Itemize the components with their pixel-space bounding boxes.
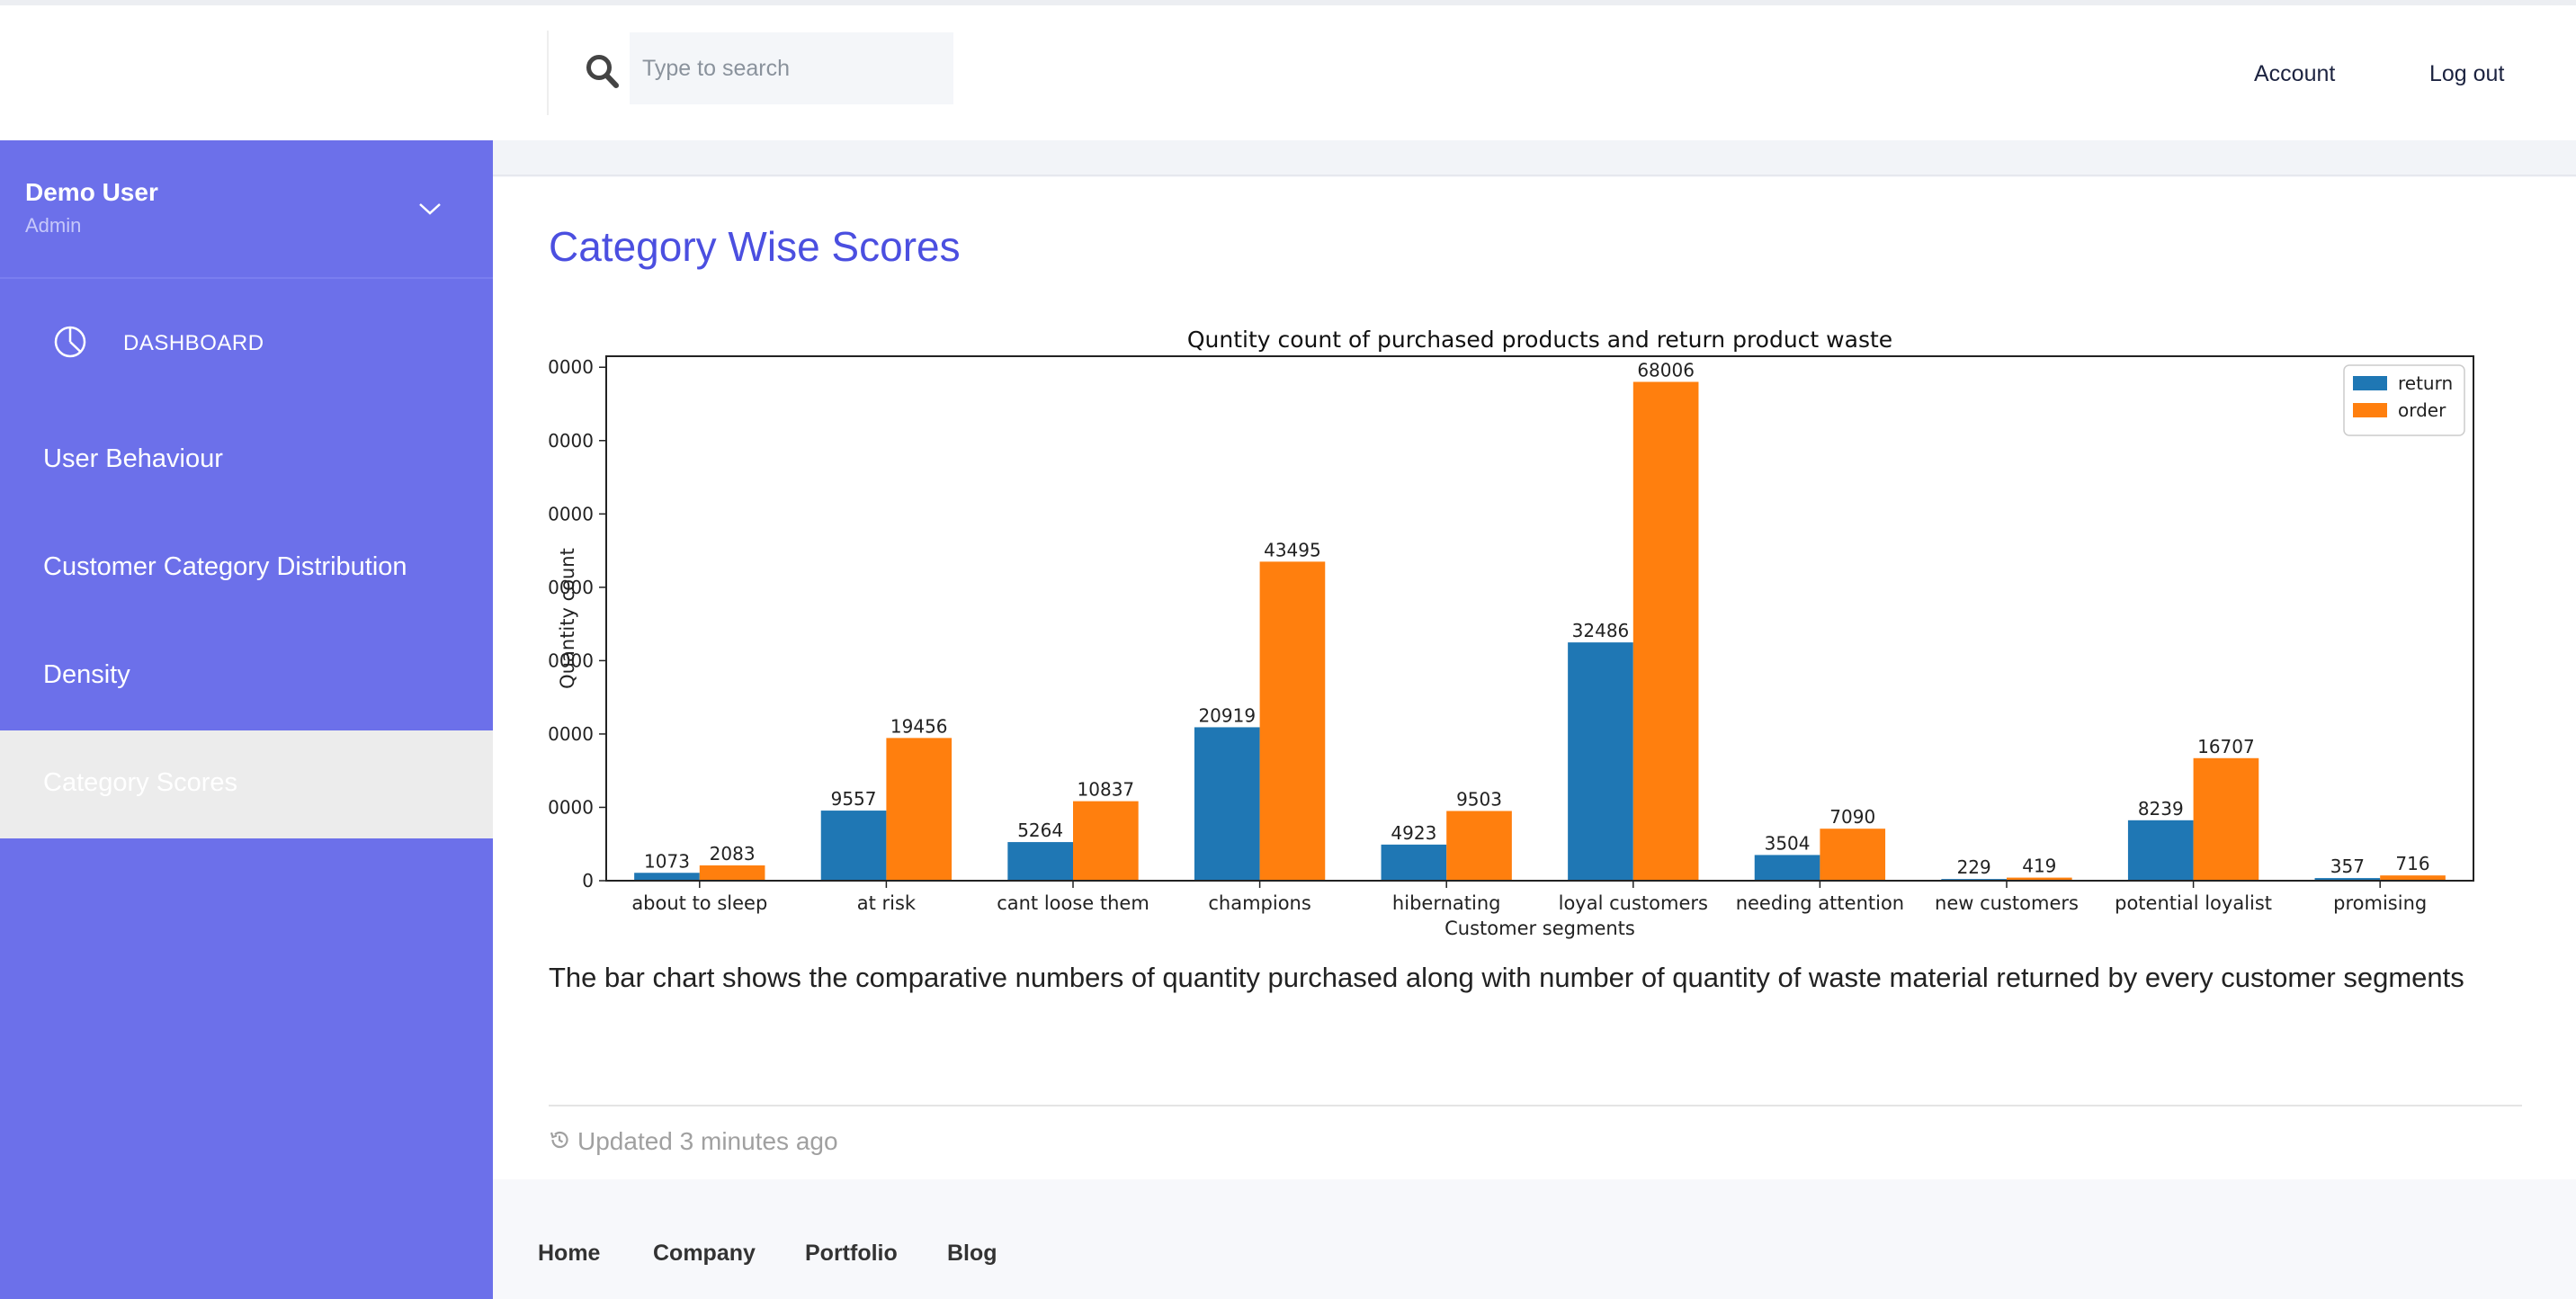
sidebar-item-label: DASHBOARD bbox=[123, 331, 264, 355]
bar-return bbox=[634, 873, 700, 881]
x-tick-label: cant loose them bbox=[997, 892, 1149, 914]
bar-return bbox=[1568, 642, 1633, 881]
user-name: Demo User bbox=[25, 178, 158, 206]
x-tick-label: loyal customers bbox=[1559, 892, 1708, 914]
content-header-strip bbox=[493, 140, 2576, 176]
y-tick-label: 70000 bbox=[547, 356, 594, 378]
bar-return bbox=[1381, 844, 1447, 881]
footer: Home Company Portfolio Blog bbox=[493, 1179, 2576, 1299]
data-label: 9503 bbox=[1456, 789, 1502, 811]
x-axis-label: Customer segments bbox=[1445, 918, 1635, 939]
sidebar-item-label: Customer Category Distribution bbox=[43, 552, 407, 581]
page-title: Category Wise Scores bbox=[549, 223, 961, 270]
updated-timestamp: Updated 3 minutes ago bbox=[577, 1127, 838, 1155]
legend-label: order bbox=[2398, 399, 2446, 421]
x-tick-label: new customers bbox=[1935, 892, 2079, 914]
header-divider bbox=[547, 31, 549, 115]
bar-return bbox=[1754, 855, 1820, 881]
chevron-down-icon[interactable] bbox=[417, 200, 443, 218]
data-label: 2083 bbox=[710, 843, 756, 865]
data-label: 716 bbox=[2395, 853, 2429, 874]
bar-return bbox=[2127, 820, 2194, 881]
bar-return bbox=[1194, 727, 1260, 881]
bar-order bbox=[1073, 801, 1139, 881]
footer-link-home[interactable]: Home bbox=[538, 1241, 600, 1267]
bar-order bbox=[1820, 829, 1886, 881]
footer-link-blog[interactable]: Blog bbox=[947, 1241, 997, 1267]
legend-swatch-return bbox=[2353, 376, 2387, 390]
data-label: 43495 bbox=[1264, 539, 1321, 560]
data-label: 229 bbox=[1957, 856, 1991, 878]
data-label: 16707 bbox=[2197, 736, 2255, 757]
bar-order bbox=[1446, 811, 1512, 881]
sidebar-item-label: Category Scores bbox=[43, 768, 237, 797]
data-label: 10837 bbox=[1078, 779, 1135, 801]
bar-return bbox=[1007, 842, 1073, 881]
x-tick-label: promising bbox=[2333, 892, 2427, 914]
data-label: 20919 bbox=[1198, 704, 1256, 726]
x-tick-label: champions bbox=[1208, 892, 1310, 914]
sidebar-item-label: Density bbox=[43, 660, 130, 689]
footer-link-portfolio[interactable]: Portfolio bbox=[805, 1241, 898, 1267]
user-profile[interactable]: Demo User Admin bbox=[0, 140, 493, 279]
y-tick-label: 0 bbox=[582, 870, 594, 891]
history-icon bbox=[550, 1131, 568, 1149]
data-label: 1073 bbox=[644, 850, 690, 872]
bar-order bbox=[1632, 381, 1699, 882]
content-card: Category Wise Scores Quntity count of pu… bbox=[493, 177, 2576, 1179]
search-input[interactable] bbox=[630, 32, 953, 104]
x-tick-label: hibernating bbox=[1392, 892, 1501, 914]
sidebar-item-density[interactable]: Density bbox=[0, 623, 493, 730]
bar-order bbox=[699, 865, 765, 881]
data-label: 9557 bbox=[831, 788, 877, 810]
data-label: 3504 bbox=[1765, 832, 1811, 854]
chart-description: The bar chart shows the comparative numb… bbox=[549, 962, 2464, 993]
y-tick-label: 20000 bbox=[547, 723, 594, 745]
sidebar-item-customer-category-distribution[interactable]: Customer Category Distribution bbox=[0, 515, 493, 623]
sidebar-item-label: User Behaviour bbox=[43, 444, 223, 473]
card-divider bbox=[549, 1105, 2522, 1106]
top-bar: Account Log out bbox=[0, 5, 2576, 140]
account-link[interactable]: Account bbox=[2254, 61, 2335, 87]
data-label: 8239 bbox=[2138, 798, 2184, 820]
x-tick-label: needing attention bbox=[1736, 892, 1904, 914]
data-label: 419 bbox=[2022, 856, 2056, 877]
search-icon[interactable] bbox=[585, 53, 621, 91]
data-label: 357 bbox=[2330, 856, 2365, 877]
bar-order bbox=[2193, 757, 2259, 881]
user-role: Admin bbox=[25, 214, 82, 237]
logout-link[interactable]: Log out bbox=[2429, 61, 2504, 87]
pie-chart-icon bbox=[54, 326, 86, 358]
data-label: 5264 bbox=[1017, 820, 1063, 841]
data-label: 7090 bbox=[1829, 806, 1875, 828]
sidebar-item-dashboard[interactable]: DASHBOARD bbox=[0, 306, 493, 378]
bar-chart: Quntity count of purchased products and … bbox=[547, 327, 2474, 939]
legend-label: return bbox=[2398, 372, 2453, 394]
data-label: 32486 bbox=[1572, 620, 1630, 641]
bar-order bbox=[1259, 561, 1326, 881]
y-tick-label: 60000 bbox=[547, 430, 594, 452]
sidebar-item-user-behaviour[interactable]: User Behaviour bbox=[0, 407, 493, 515]
x-tick-label: potential loyalist bbox=[2115, 892, 2272, 914]
y-tick-label: 50000 bbox=[547, 503, 594, 524]
footer-link-company[interactable]: Company bbox=[653, 1241, 756, 1267]
sidebar-item-category-scores[interactable]: Category Scores bbox=[0, 730, 493, 838]
bar-return bbox=[820, 811, 887, 881]
data-label: 68006 bbox=[1637, 359, 1695, 381]
bar-order bbox=[886, 738, 953, 881]
sidebar: Demo User Admin DASHBOARD User Behaviour… bbox=[0, 140, 493, 1299]
y-axis-label: Quantity count bbox=[557, 548, 578, 689]
data-label: 4923 bbox=[1391, 822, 1436, 844]
data-label: 19456 bbox=[890, 715, 948, 737]
legend-swatch-order bbox=[2353, 403, 2387, 417]
x-tick-label: at risk bbox=[857, 892, 917, 914]
chart-title: Quntity count of purchased products and … bbox=[1187, 327, 1892, 353]
y-tick-label: 10000 bbox=[547, 796, 594, 818]
x-tick-label: about to sleep bbox=[631, 892, 767, 914]
